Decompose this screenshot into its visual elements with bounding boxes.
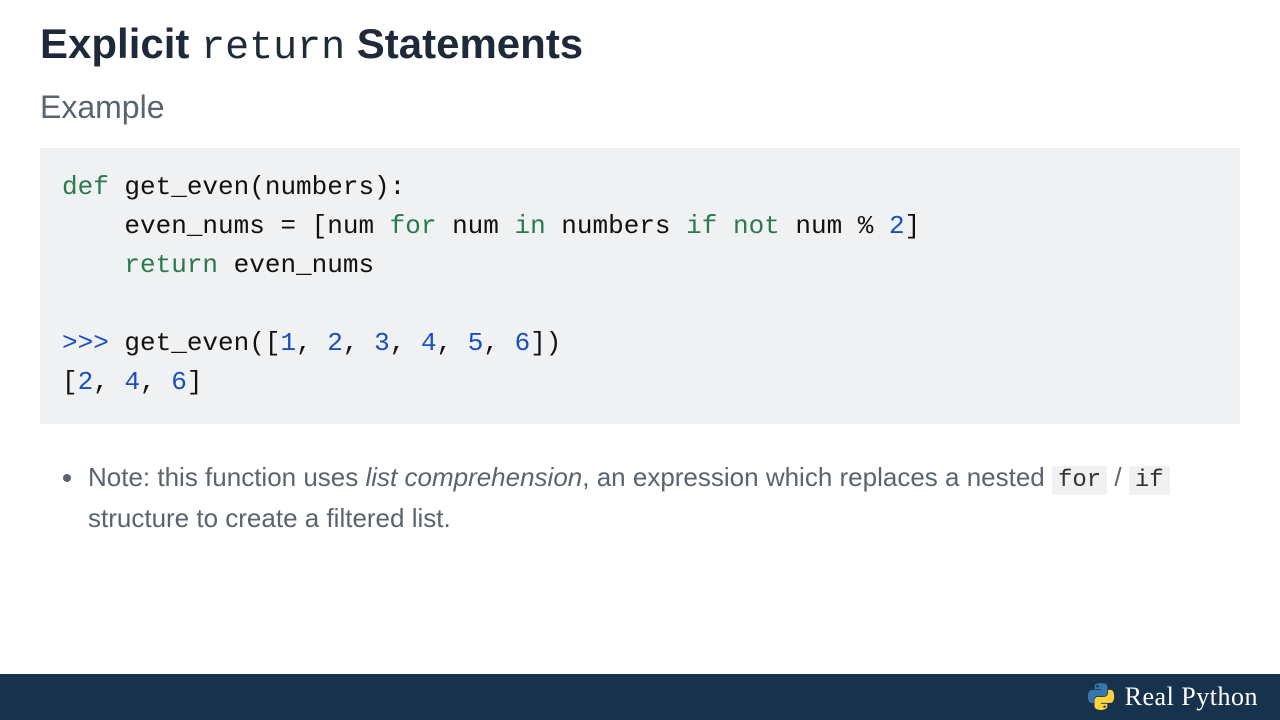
title-part2: Statements — [345, 20, 583, 67]
slide-title: Explicit return Statements — [40, 20, 1240, 71]
code-text: ] — [187, 367, 203, 397]
num-literal: 2 — [889, 211, 905, 241]
note-em: list comprehension — [365, 462, 582, 492]
brand: Real Python — [1087, 682, 1258, 712]
code-text: ]) — [530, 328, 561, 358]
slide-content: Explicit return Statements Example def g… — [0, 0, 1280, 538]
num-literal: 6 — [171, 367, 187, 397]
code-text: [ — [62, 367, 78, 397]
note-text: structure to create a filtered list. — [88, 503, 451, 533]
num-literal: 4 — [421, 328, 437, 358]
kw-if: if — [686, 211, 717, 241]
kw-def: def — [62, 172, 109, 202]
code-text: , — [296, 328, 327, 358]
code-text: , — [140, 367, 171, 397]
code-text — [62, 250, 124, 280]
code-text — [717, 211, 733, 241]
note-text: / — [1107, 462, 1129, 492]
code-text: get_even(numbers): — [109, 172, 405, 202]
note-text: Note: this function uses — [88, 462, 365, 492]
note-item: Note: this function uses list comprehens… — [86, 458, 1240, 538]
code-text: , — [93, 367, 124, 397]
note-list: Note: this function uses list comprehens… — [40, 458, 1240, 538]
code-text: even_nums = [num — [62, 211, 390, 241]
kw-return: return — [124, 250, 218, 280]
code-text: , — [390, 328, 421, 358]
footer-bar: Real Python — [0, 674, 1280, 720]
kw-not: not — [733, 211, 780, 241]
kw-for: for — [390, 211, 437, 241]
note-mono-if: if — [1129, 466, 1170, 495]
code-text: even_nums — [218, 250, 374, 280]
num-literal: 2 — [78, 367, 94, 397]
code-text: ] — [905, 211, 921, 241]
code-text: num % — [780, 211, 889, 241]
note-text: , an expression which replaces a nested — [582, 462, 1052, 492]
code-block: def get_even(numbers): even_nums = [num … — [40, 148, 1240, 424]
title-code: return — [201, 26, 345, 71]
code-text: num — [436, 211, 514, 241]
python-logo-icon — [1087, 683, 1115, 711]
num-literal: 5 — [468, 328, 484, 358]
num-literal: 3 — [374, 328, 390, 358]
note-mono-for: for — [1052, 466, 1107, 495]
kw-in: in — [514, 211, 545, 241]
code-text: get_even([ — [109, 328, 281, 358]
slide-subtitle: Example — [40, 89, 1240, 126]
num-literal: 2 — [327, 328, 343, 358]
repl-prompt: >>> — [62, 328, 109, 358]
num-literal: 6 — [515, 328, 531, 358]
code-text: , — [343, 328, 374, 358]
title-part1: Explicit — [40, 20, 201, 67]
code-text: numbers — [546, 211, 686, 241]
brand-text: Real Python — [1125, 682, 1258, 712]
code-text: , — [483, 328, 514, 358]
code-text: , — [437, 328, 468, 358]
num-literal: 4 — [124, 367, 140, 397]
num-literal: 1 — [280, 328, 296, 358]
